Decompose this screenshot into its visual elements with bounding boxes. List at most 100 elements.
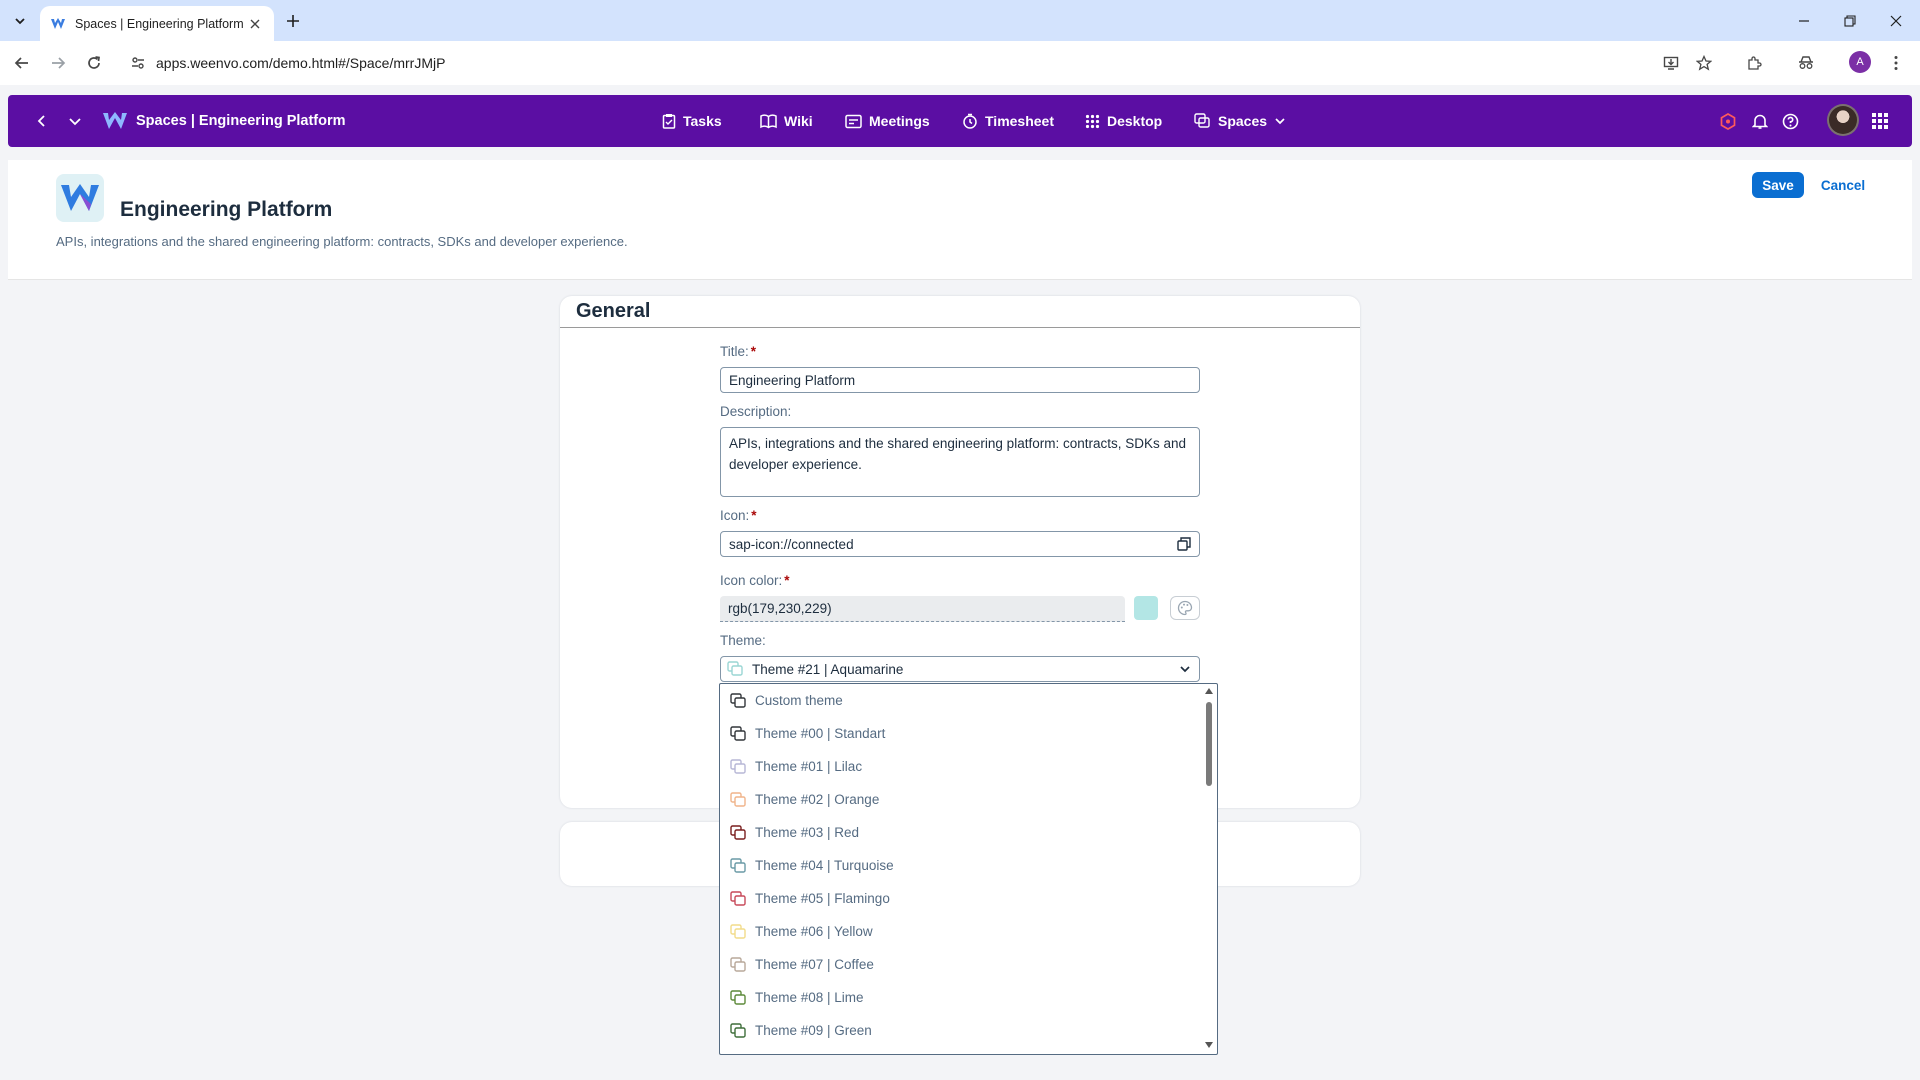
nav-tasks-label: Tasks — [683, 113, 722, 129]
nav-tasks[interactable]: Tasks — [662, 95, 722, 147]
title-input[interactable]: Engineering Platform — [720, 367, 1200, 393]
theme-option-label: Theme #08 | Lime — [755, 990, 864, 1005]
value-help-copy-icon[interactable] — [1177, 537, 1191, 551]
spaces-icon — [1194, 113, 1210, 128]
theme-stack-icon — [730, 725, 746, 741]
description-textarea-value: APIs, integrations and the shared engine… — [729, 436, 1187, 472]
shell-app-title[interactable]: Spaces | Engineering Platform — [136, 95, 346, 147]
extensions-puzzle-icon[interactable] — [1740, 49, 1768, 77]
title-label-text: Title: — [720, 344, 749, 359]
nav-timesheet[interactable]: Timesheet — [962, 95, 1054, 147]
grid-icon — [1085, 114, 1100, 128]
theme-option[interactable]: Custom theme — [720, 684, 1200, 717]
url-text: apps.weenvo.com/demo.html#/Space/mrrJMjP — [156, 55, 446, 71]
icon-input[interactable]: sap-icon://connected — [720, 531, 1200, 557]
window-close-icon[interactable] — [1873, 0, 1919, 41]
browser-toolbar: apps.weenvo.com/demo.html#/Space/mrrJMjP — [0, 41, 1920, 85]
tab-title: Spaces | Engineering Platform — [75, 16, 244, 31]
save-button[interactable]: Save — [1752, 172, 1804, 198]
nav-desktop-label: Desktop — [1107, 113, 1163, 129]
nav-wiki[interactable]: Wiki — [760, 95, 813, 147]
app-launcher-grid-icon[interactable] — [1872, 95, 1888, 147]
color-palette-icon[interactable] — [1170, 596, 1200, 620]
user-avatar[interactable] — [1827, 104, 1859, 136]
theme-option-label: Theme #07 | Coffee — [755, 957, 874, 972]
nav-meetings[interactable]: Meetings — [845, 95, 930, 147]
theme-stack-icon — [730, 923, 746, 939]
nav-desktop[interactable]: Desktop — [1085, 95, 1162, 147]
browser-tab[interactable]: Spaces | Engineering Platform — [40, 6, 274, 41]
shell-menu-chevron-icon[interactable] — [68, 95, 82, 147]
theme-option[interactable]: Theme #07 | Coffee — [720, 948, 1200, 981]
weenvo-logo-icon[interactable] — [102, 95, 128, 147]
address-bar[interactable]: apps.weenvo.com/demo.html#/Space/mrrJMjP — [120, 47, 1730, 79]
theme-option[interactable]: Theme #00 | Standart — [720, 717, 1200, 750]
theme-option[interactable]: Theme #08 | Lime — [720, 981, 1200, 1014]
scroll-down-arrow-icon[interactable] — [1205, 1042, 1213, 1048]
browser-profile-avatar[interactable]: A — [1849, 51, 1871, 73]
window-minimize-icon[interactable] — [1781, 0, 1827, 41]
back-arrow-icon[interactable] — [8, 49, 36, 77]
forward-arrow-icon[interactable] — [44, 49, 72, 77]
new-tab-plus-icon[interactable] — [281, 9, 305, 33]
window-restore-icon[interactable] — [1827, 0, 1873, 41]
theme-option-label: Custom theme — [755, 693, 843, 708]
reload-icon[interactable] — [80, 49, 108, 77]
required-mark: * — [784, 573, 790, 588]
nav-spaces[interactable]: Spaces — [1194, 95, 1286, 147]
theme-option[interactable]: Theme #01 | Lilac — [720, 750, 1200, 783]
site-info-icon[interactable] — [120, 55, 156, 71]
description-textarea[interactable]: APIs, integrations and the shared engine… — [720, 427, 1200, 497]
help-question-icon[interactable] — [1782, 95, 1799, 147]
icon-color-swatch — [1134, 596, 1158, 620]
shell-back-icon[interactable] — [36, 95, 48, 147]
theme-label: Theme: — [720, 633, 766, 648]
theme-select[interactable]: Theme #21 | Aquamarine — [720, 656, 1200, 682]
theme-dropdown-list: Custom theme Theme #00 | Standart Theme #0… — [719, 683, 1218, 1055]
book-icon — [760, 113, 777, 128]
theme-option-label: Theme #03 | Red — [755, 825, 860, 840]
tab-search-chevron-icon[interactable] — [8, 9, 32, 33]
nav-timesheet-label: Timesheet — [985, 113, 1054, 129]
title-label: Title: * — [720, 344, 756, 359]
nav-spaces-label: Spaces — [1218, 113, 1268, 129]
theme-option[interactable]: Theme #04 | Turquoise — [720, 849, 1200, 882]
required-mark: * — [750, 344, 757, 359]
theme-option-label: Theme #09 | Green — [755, 1023, 872, 1038]
theme-option[interactable]: Theme #09 | Green — [720, 1014, 1200, 1047]
theme-option-label: Theme #02 | Orange — [755, 792, 880, 807]
browser-menu-kebab-icon[interactable] — [1882, 49, 1910, 77]
timesheet-icon — [963, 113, 977, 129]
theme-option[interactable]: Theme #05 | Flamingo — [720, 882, 1200, 915]
theme-stack-icon — [730, 857, 746, 873]
theme-option[interactable]: Theme #02 | Orange — [720, 783, 1200, 816]
theme-stack-icon — [730, 1022, 746, 1038]
theme-option[interactable]: Theme #03 | Red — [720, 816, 1200, 849]
notification-bell-icon[interactable] — [1752, 95, 1768, 147]
tab-close-icon[interactable] — [246, 15, 264, 33]
cancel-button[interactable]: Cancel — [1812, 172, 1874, 198]
theme-option-label: Theme #05 | Flamingo — [755, 891, 890, 906]
title-input-value: Engineering Platform — [729, 372, 856, 388]
theme-select-value: Theme #21 | Aquamarine — [752, 661, 904, 677]
theme-stack-icon — [727, 661, 743, 676]
install-app-icon[interactable] — [1657, 49, 1685, 77]
bookmark-star-icon[interactable] — [1690, 49, 1718, 77]
scrollbar-thumb[interactable] — [1206, 702, 1212, 786]
theme-stack-icon — [730, 824, 746, 840]
section-title: General — [576, 300, 651, 322]
alert-hexagon-icon[interactable] — [1720, 95, 1736, 147]
scroll-up-arrow-icon[interactable] — [1205, 688, 1213, 694]
dropdown-scrollbar[interactable] — [1203, 684, 1215, 1054]
description-label: Description: — [720, 404, 792, 419]
theme-stack-icon — [730, 956, 746, 972]
browser-tabstrip: Spaces | Engineering Platform — [0, 0, 1920, 41]
theme-stack-icon — [730, 890, 746, 906]
icon-color-input[interactable]: rgb(179,230,229) — [720, 596, 1125, 622]
incognito-spy-icon[interactable] — [1792, 49, 1820, 77]
chevron-down-icon[interactable] — [1179, 664, 1191, 674]
nav-meetings-label: Meetings — [869, 113, 930, 129]
clipboard-icon — [662, 114, 676, 129]
theme-option[interactable]: Theme #06 | Yellow — [720, 915, 1200, 948]
page-description: APIs, integrations and the shared engine… — [56, 234, 628, 249]
